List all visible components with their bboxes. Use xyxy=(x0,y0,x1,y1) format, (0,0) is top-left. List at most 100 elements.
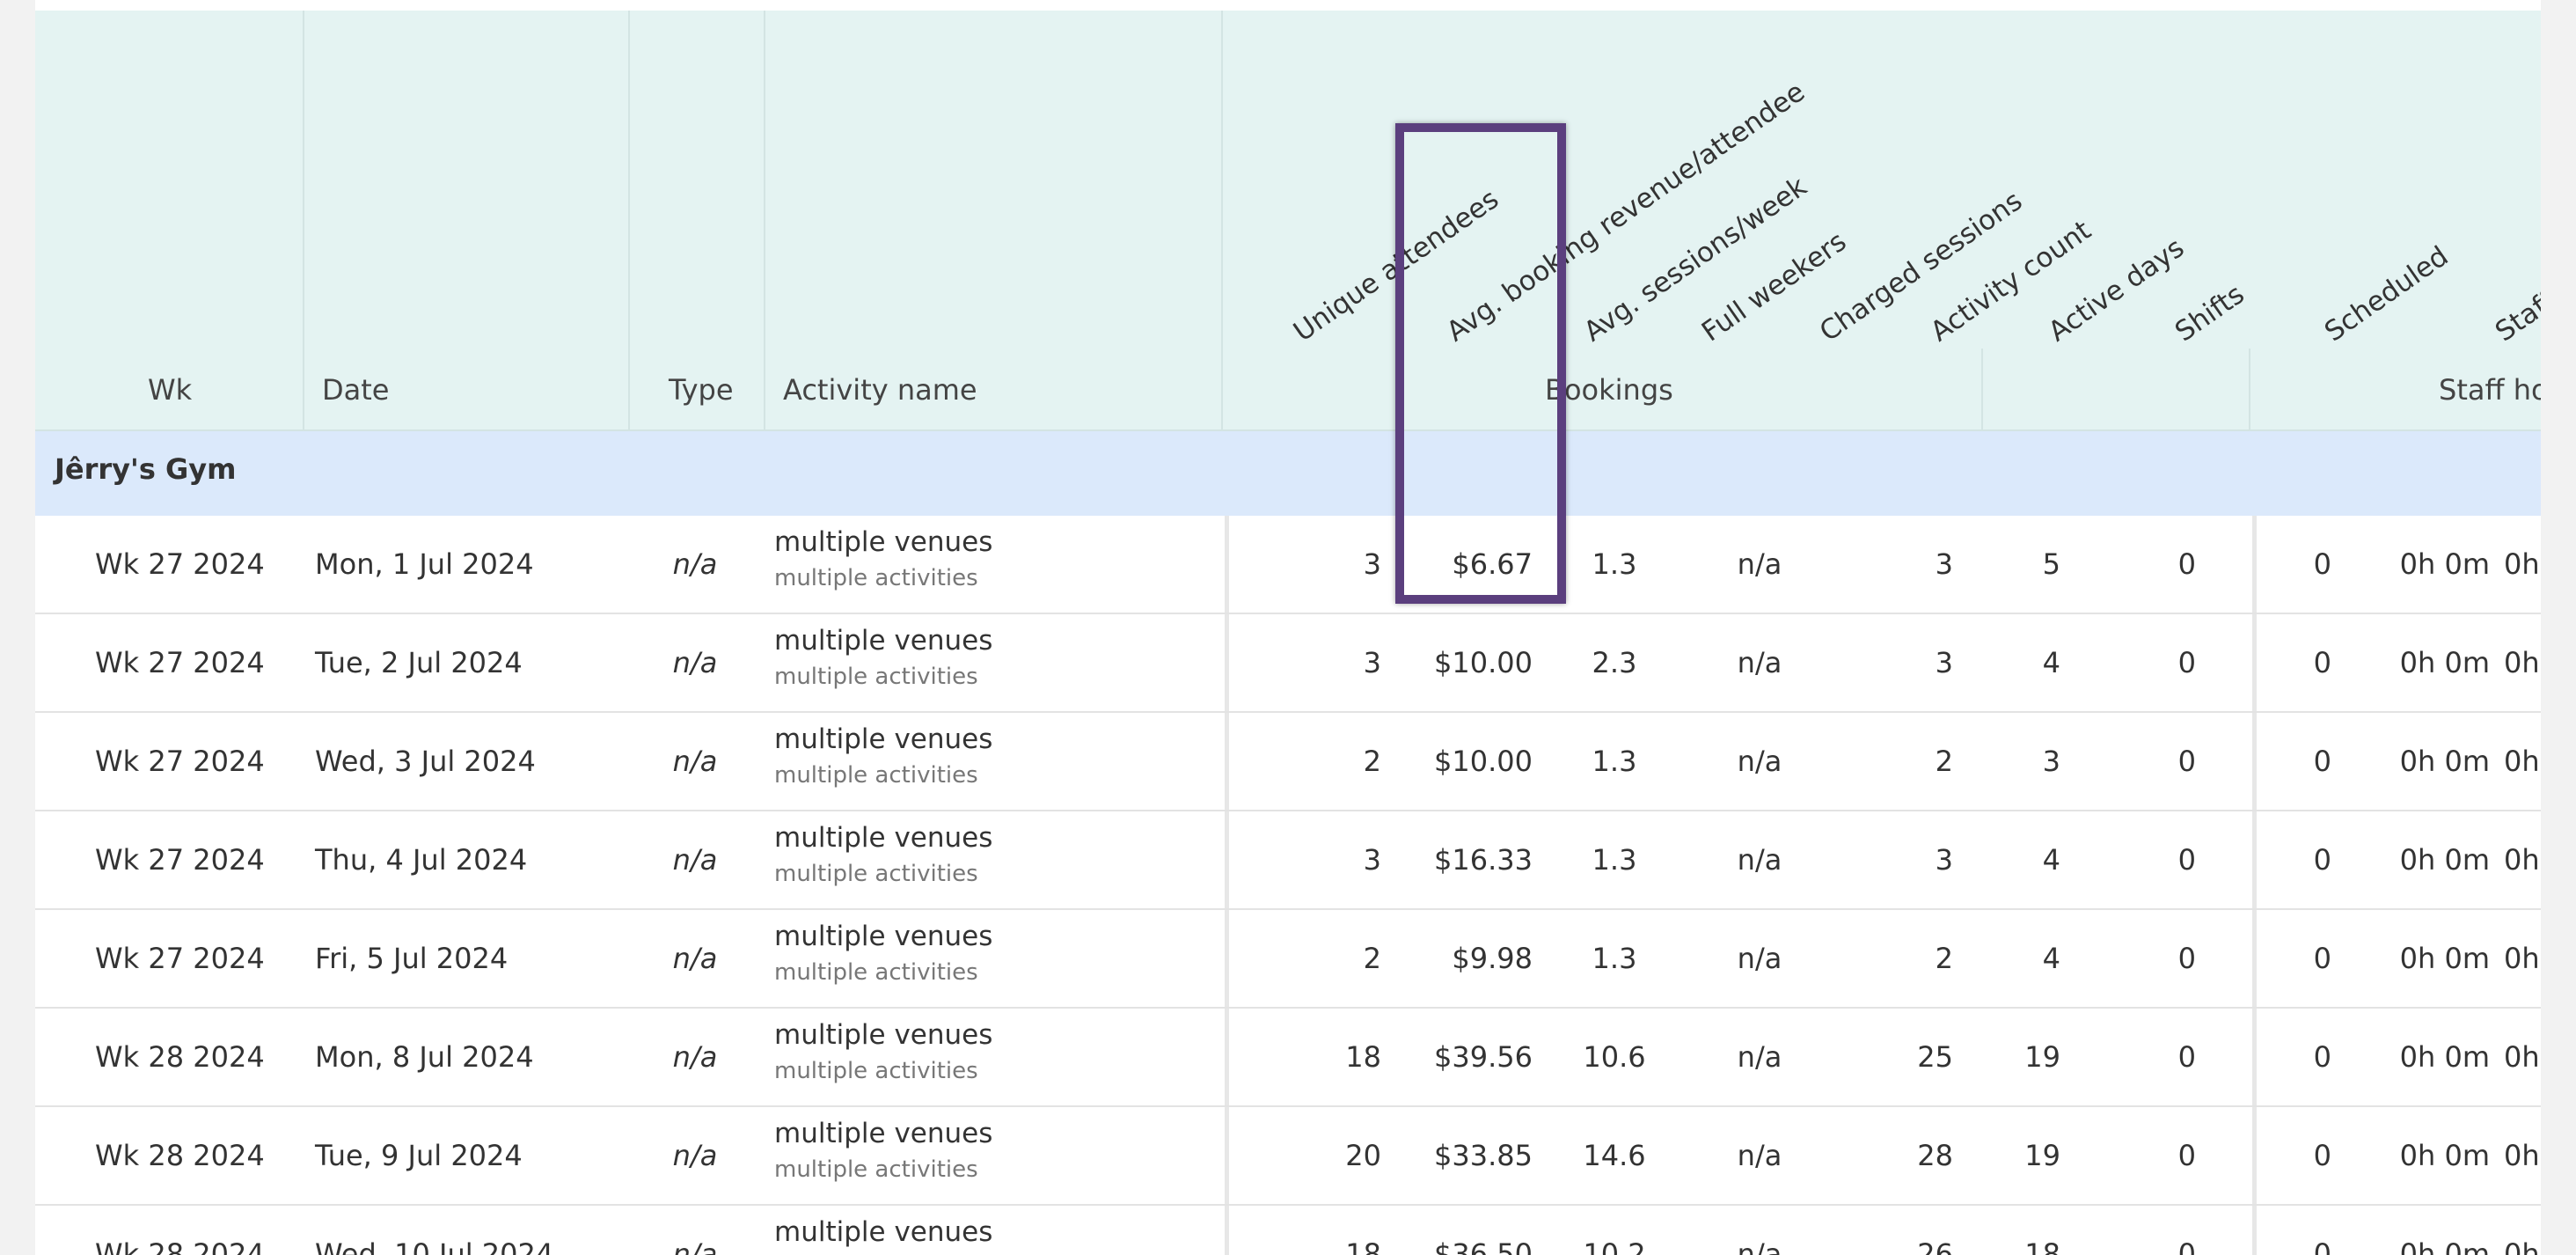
cell-date: Mon, 8 Jul 2024 xyxy=(315,1040,534,1074)
cell-type: n/a xyxy=(672,843,718,877)
activity-detail: multiple activities xyxy=(774,959,978,986)
table-row[interactable]: Wk 28 2024 Mon, 8 Jul 2024 n/a multiple … xyxy=(35,1009,2541,1107)
activity-venue: multiple venues xyxy=(774,723,993,755)
table-row[interactable]: Wk 27 2024 Fri, 5 Jul 2024 n/a multiple … xyxy=(35,910,2541,1009)
cell-unique-attendees: 2 xyxy=(1363,745,1381,778)
cell-unique-attendees: 20 xyxy=(1345,1139,1381,1172)
column-divider xyxy=(628,349,630,429)
header-wk[interactable]: Wk xyxy=(148,373,192,407)
rotated-header-row xyxy=(35,11,2541,350)
cell-full-weekers: n/a xyxy=(1737,547,1782,581)
cell-avg-sessions: 14.6 xyxy=(1583,1139,1646,1172)
header-staff-hours-group: Staff hou xyxy=(2439,373,2541,407)
group-row[interactable]: Jêrry's Gym xyxy=(35,431,2541,517)
table-row[interactable]: Wk 27 2024 Thu, 4 Jul 2024 n/a multiple … xyxy=(35,811,2541,910)
cell-staff: 0h xyxy=(2504,942,2540,975)
table-row[interactable]: Wk 27 2024 Wed, 3 Jul 2024 n/a multiple … xyxy=(35,713,2541,811)
table-row[interactable]: Wk 27 2024 Mon, 1 Jul 2024 n/a multiple … xyxy=(35,516,2541,614)
cell-full-weekers: n/a xyxy=(1737,646,1782,679)
cell-scheduled: 0h 0m xyxy=(2399,843,2490,877)
cell-activity-count: 3 xyxy=(2042,745,2060,778)
column-divider xyxy=(303,11,304,349)
column-divider xyxy=(2249,349,2250,429)
cell-full-weekers: n/a xyxy=(1737,745,1782,778)
cell-activity-count: 19 xyxy=(2024,1139,2060,1172)
column-divider xyxy=(1981,349,1983,429)
cell-type: n/a xyxy=(672,547,718,581)
header-type[interactable]: Type xyxy=(669,373,734,407)
activity-venue: multiple venues xyxy=(774,1118,993,1149)
activity-venue: multiple venues xyxy=(774,822,993,854)
table-row[interactable]: Wk 28 2024 Wed, 10 Jul 2024 n/a multiple… xyxy=(35,1206,2541,1255)
report-table: Unique attendees Avg. booking revenue/at… xyxy=(35,0,2541,1255)
cell-activity: multiple venues multiple activities xyxy=(774,921,992,986)
row-divider xyxy=(2252,614,2257,711)
cell-avg-sessions: 1.3 xyxy=(1592,547,1637,581)
cell-avg-booking-revenue: $39.56 xyxy=(1434,1040,1533,1074)
cell-type: n/a xyxy=(672,1040,718,1074)
row-divider xyxy=(1225,1107,1229,1204)
cell-staff: 0h xyxy=(2504,843,2540,877)
column-divider xyxy=(1221,11,1223,349)
cell-date: Tue, 2 Jul 2024 xyxy=(315,646,523,679)
column-divider xyxy=(628,11,630,349)
cell-wk: Wk 28 2024 xyxy=(95,1040,265,1074)
cell-activity-count: 4 xyxy=(2042,843,2060,877)
row-divider xyxy=(1225,1206,1229,1255)
cell-scheduled: 0h 0m xyxy=(2399,745,2490,778)
cell-avg-sessions: 1.3 xyxy=(1592,942,1637,975)
cell-activity: multiple venues multiple activities xyxy=(774,625,992,690)
row-divider xyxy=(2252,1206,2257,1255)
cell-wk: Wk 27 2024 xyxy=(95,547,265,581)
cell-scheduled: 0h 0m xyxy=(2399,942,2490,975)
cell-charged-sessions: 2 xyxy=(1935,745,1953,778)
cell-staff: 0h xyxy=(2504,745,2540,778)
table-row[interactable]: Wk 28 2024 Tue, 9 Jul 2024 n/a multiple … xyxy=(35,1107,2541,1206)
cell-avg-sessions: 10.2 xyxy=(1583,1237,1646,1255)
cell-charged-sessions: 2 xyxy=(1935,942,1953,975)
cell-staff: 0h xyxy=(2504,646,2540,679)
activity-venue: multiple venues xyxy=(774,526,993,558)
cell-scheduled: 0h 0m xyxy=(2399,1139,2490,1172)
column-divider xyxy=(1221,349,1223,429)
row-divider xyxy=(1225,516,1229,613)
activity-detail: multiple activities xyxy=(774,762,978,789)
cell-wk: Wk 27 2024 xyxy=(95,843,265,877)
column-divider xyxy=(764,11,765,349)
row-divider xyxy=(2252,713,2257,810)
cell-full-weekers: n/a xyxy=(1737,1139,1782,1172)
row-divider xyxy=(2252,516,2257,613)
activity-detail: multiple activities xyxy=(774,861,978,887)
cell-avg-sessions: 10.6 xyxy=(1583,1040,1646,1074)
cell-avg-booking-revenue: $6.67 xyxy=(1452,547,1533,581)
cell-full-weekers: n/a xyxy=(1737,1237,1782,1255)
cell-charged-sessions: 25 xyxy=(1917,1040,1953,1074)
cell-avg-sessions: 1.3 xyxy=(1592,745,1637,778)
cell-staff: 0h xyxy=(2504,1040,2540,1074)
cell-charged-sessions: 28 xyxy=(1917,1139,1953,1172)
header-activity-name[interactable]: Activity name xyxy=(783,373,977,407)
row-divider xyxy=(2252,1107,2257,1204)
cell-date: Tue, 9 Jul 2024 xyxy=(315,1139,523,1172)
cell-staff: 0h xyxy=(2504,547,2540,581)
activity-venue: multiple venues xyxy=(774,1216,993,1248)
cell-wk: Wk 27 2024 xyxy=(95,942,265,975)
cell-type: n/a xyxy=(672,942,718,975)
activity-venue: multiple venues xyxy=(774,1019,993,1051)
cell-type: n/a xyxy=(672,745,718,778)
row-divider xyxy=(1225,910,1229,1007)
cell-wk: Wk 28 2024 xyxy=(95,1139,265,1172)
cell-avg-sessions: 1.3 xyxy=(1592,843,1637,877)
cell-charged-sessions: 3 xyxy=(1935,646,1953,679)
table-row[interactable]: Wk 27 2024 Tue, 2 Jul 2024 n/a multiple … xyxy=(35,614,2541,713)
cell-unique-attendees: 18 xyxy=(1345,1237,1381,1255)
cell-activity: multiple venues multiple activities xyxy=(774,723,992,789)
cell-activity-count: 4 xyxy=(2042,942,2060,975)
row-divider xyxy=(1225,614,1229,711)
row-divider xyxy=(1225,1009,1229,1105)
header-date[interactable]: Date xyxy=(322,373,389,407)
cell-activity-count: 5 xyxy=(2042,547,2060,581)
cell-staff: 0h xyxy=(2504,1237,2540,1255)
group-title: Jêrry's Gym xyxy=(55,452,237,486)
cell-charged-sessions: 3 xyxy=(1935,843,1953,877)
